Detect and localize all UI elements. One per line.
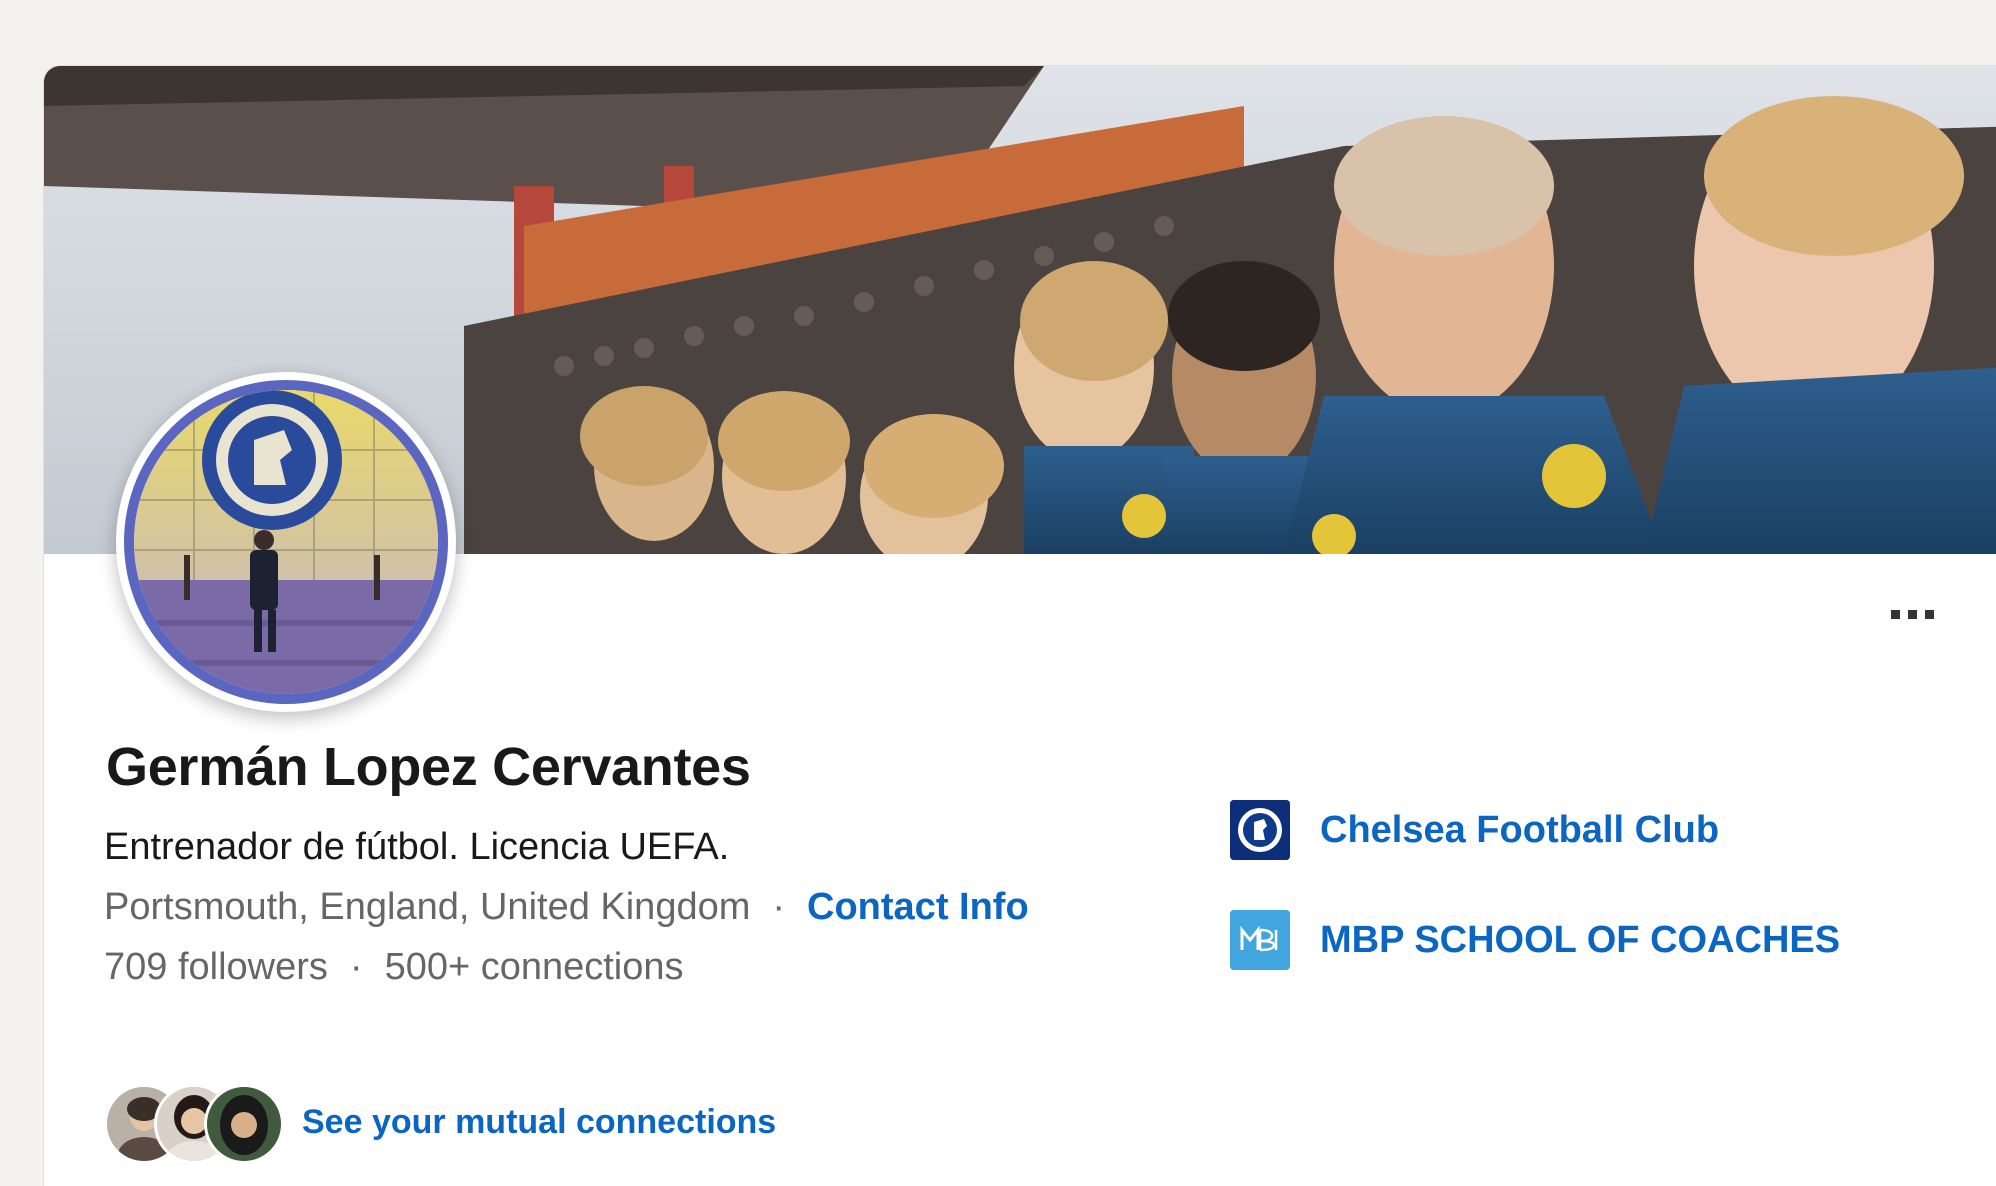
- mutual-connections-link[interactable]: See your mutual connections: [104, 1082, 777, 1164]
- org-label: MBP SCHOOL OF COACHES: [1320, 918, 1841, 961]
- contact-info-link[interactable]: Contact Info: [807, 886, 1029, 929]
- org-mbp-school-of-coaches[interactable]: MBP SCHOOL OF COACHES: [1230, 910, 1840, 970]
- followers-count: 709 followers: [104, 946, 328, 988]
- avatar-photo: [134, 390, 438, 694]
- mutual-connections-label: See your mutual connections: [302, 1102, 777, 1141]
- more-actions-button[interactable]: [1876, 596, 1948, 632]
- profile-card: Germán Lopez Cervantes Entrenador de fút…: [44, 66, 1996, 1186]
- mutual-avatar: [204, 1084, 284, 1164]
- org-label: Chelsea Football Club: [1320, 808, 1720, 851]
- separator: ·: [772, 886, 786, 928]
- mbp-logo-icon: [1230, 910, 1290, 970]
- org-chelsea-football-club[interactable]: Chelsea Football Club: [1230, 800, 1719, 860]
- ellipsis-icon: [1890, 609, 1900, 619]
- separator: ·: [349, 946, 363, 988]
- profile-avatar[interactable]: [116, 372, 456, 712]
- profile-headline: Entrenador de fútbol. Licencia UEFA.: [104, 826, 730, 868]
- profile-name: Germán Lopez Cervantes: [106, 737, 751, 797]
- profile-location: Portsmouth, England, United Kingdom: [104, 886, 751, 928]
- mutual-avatars: [104, 1082, 284, 1164]
- location-line: Portsmouth, England, United Kingdom · Co…: [104, 886, 1029, 929]
- chelsea-crest-icon: [1230, 800, 1290, 860]
- connections-count: 500+ connections: [384, 946, 684, 988]
- network-counts: 709 followers · 500+ connections: [104, 946, 684, 989]
